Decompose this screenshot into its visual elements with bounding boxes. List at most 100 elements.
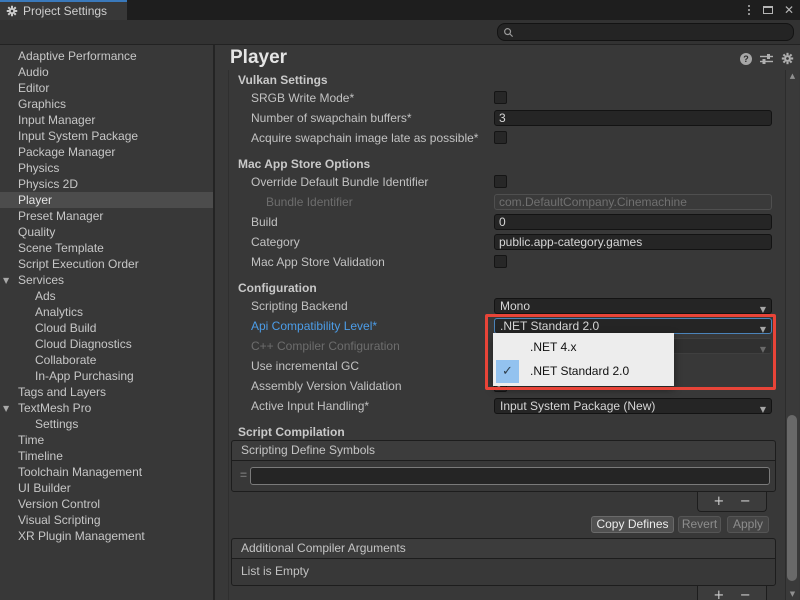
sidebar-item-timeline[interactable]: Timeline [0, 448, 213, 464]
sidebar-item-xr-plugin-management[interactable]: XR Plugin Management [0, 528, 213, 544]
annotation-highlight [485, 314, 776, 390]
override-bundle-id-checkbox[interactable] [494, 175, 507, 188]
sidebar-item-time[interactable]: Time [0, 432, 213, 448]
search-input[interactable] [514, 25, 774, 39]
sidebar-item-input-manager[interactable]: Input Manager [0, 112, 213, 128]
sidebar-item-in-app-purchasing[interactable]: In-App Purchasing [0, 368, 213, 384]
search-icon [503, 27, 514, 38]
add-button[interactable]: + [713, 495, 724, 508]
swapchain-buffers-input[interactable]: 3 [494, 110, 772, 126]
copy-defines-button[interactable]: Copy Defines [591, 516, 674, 533]
sidebar-item-physics[interactable]: Physics [0, 160, 213, 176]
apply-button: Apply [727, 516, 769, 533]
list-header: Scripting Define Symbols [232, 441, 775, 461]
section-header-mac-app-store: Mac App Store Options [229, 156, 780, 172]
sidebar-item-visual-scripting[interactable]: Visual Scripting [0, 512, 213, 528]
help-icon[interactable]: ? [740, 53, 752, 65]
settings-sidebar: Adaptive Performance Audio Editor Graphi… [0, 45, 213, 600]
sidebar-item-scene-template[interactable]: Scene Template [0, 240, 213, 256]
section-header-script-compilation: Script Compilation [229, 424, 780, 440]
settings-scroll-area: Vulkan Settings SRGB Write Mode* Number … [228, 70, 780, 600]
sidebar-item-ads[interactable]: Ads [0, 288, 213, 304]
sidebar-item-adaptive-performance[interactable]: Adaptive Performance [0, 48, 213, 64]
sidebar-item-services[interactable]: ▼Services [0, 272, 213, 288]
presets-icon[interactable] [760, 53, 773, 65]
sidebar-item-toolchain-management[interactable]: Toolchain Management [0, 464, 213, 480]
sidebar-item-audio[interactable]: Audio [0, 64, 213, 80]
window-menu-icon[interactable] [748, 9, 750, 11]
foldout-icon[interactable]: ▼ [3, 273, 9, 289]
tab-title: Project Settings [23, 4, 107, 18]
vertical-scrollbar[interactable]: ▲ ▼ [785, 70, 799, 600]
bundle-identifier-input: com.DefaultCompany.Cinemachine [494, 194, 772, 210]
active-input-handling-dropdown[interactable]: Input System Package (New)▼ [494, 398, 772, 414]
sidebar-item-graphics[interactable]: Graphics [0, 96, 213, 112]
drag-handle-icon[interactable]: = [240, 468, 247, 482]
sidebar-item-tags-and-layers[interactable]: Tags and Layers [0, 384, 213, 400]
sidebar-item-preset-manager[interactable]: Preset Manager [0, 208, 213, 224]
sidebar-item-version-control[interactable]: Version Control [0, 496, 213, 512]
setting-label: Build [251, 215, 278, 229]
compiler-args-list-controls: + − [697, 586, 767, 600]
sidebar-item-cloud-build[interactable]: Cloud Build [0, 320, 213, 336]
setting-label: Active Input Handling* [251, 399, 369, 413]
category-input[interactable]: public.app-category.games [494, 234, 772, 250]
remove-button[interactable]: − [740, 589, 751, 600]
sidebar-item-tmp-settings[interactable]: Settings [0, 416, 213, 432]
close-icon[interactable]: ✕ [784, 4, 794, 16]
page-title: Player [230, 47, 287, 69]
setting-row-swapchain-buffers: Number of swapchain buffers* 3 [229, 108, 778, 128]
scripting-backend-dropdown[interactable]: Mono▼ [494, 298, 772, 314]
tab-project-settings[interactable]: Project Settings [0, 0, 127, 20]
remove-button[interactable]: − [740, 495, 751, 508]
define-symbol-input[interactable] [250, 467, 770, 485]
setting-label: Mac App Store Validation [251, 255, 385, 269]
sidebar-item-script-execution-order[interactable]: Script Execution Order [0, 256, 213, 272]
setting-row-active-input-handling: Active Input Handling* Input System Pack… [229, 396, 778, 416]
setting-row-acquire-swapchain: Acquire swapchain image late as possible… [229, 128, 778, 148]
foldout-icon[interactable]: ▼ [3, 401, 9, 417]
sidebar-item-editor[interactable]: Editor [0, 80, 213, 96]
mac-validation-checkbox[interactable] [494, 255, 507, 268]
toolbar [0, 20, 800, 45]
setting-label: Category [251, 235, 300, 249]
setting-row-scripting-backend: Scripting Backend Mono▼ [229, 296, 778, 316]
sidebar-item-input-system-package[interactable]: Input System Package [0, 128, 213, 144]
add-button[interactable]: + [713, 589, 724, 600]
acquire-swapchain-checkbox[interactable] [494, 131, 507, 144]
search-box[interactable] [497, 23, 794, 41]
sidebar-item-analytics[interactable]: Analytics [0, 304, 213, 320]
maximize-icon[interactable] [763, 6, 773, 14]
setting-label: Use incremental GC [251, 359, 359, 373]
srgb-write-mode-checkbox[interactable] [494, 91, 507, 104]
sidebar-item-player[interactable]: Player [0, 192, 213, 208]
section-header-configuration: Configuration [229, 280, 780, 296]
scripting-define-symbols-box: Scripting Define Symbols = [231, 440, 776, 492]
gear-icon [6, 5, 18, 17]
revert-button: Revert [678, 516, 721, 533]
sidebar-item-ui-builder[interactable]: UI Builder [0, 480, 213, 496]
chevron-down-icon: ▼ [760, 402, 766, 417]
gear-icon[interactable] [781, 52, 794, 65]
define-symbols-list-controls: + − [697, 492, 767, 512]
player-settings-panel: Player ? [215, 45, 800, 600]
setting-row-category: Category public.app-category.games [229, 232, 778, 252]
sidebar-item-quality[interactable]: Quality [0, 224, 213, 240]
build-input[interactable]: 0 [494, 214, 772, 230]
sidebar-item-collaborate[interactable]: Collaborate [0, 352, 213, 368]
setting-row-mac-validation: Mac App Store Validation [229, 252, 778, 272]
scrollbar-thumb[interactable] [787, 415, 797, 581]
scroll-down-icon[interactable]: ▼ [786, 590, 799, 598]
sidebar-item-cloud-diagnostics[interactable]: Cloud Diagnostics [0, 336, 213, 352]
setting-row-srgb-write-mode: SRGB Write Mode* [229, 88, 778, 108]
project-settings-window: Project Settings ✕ Adaptive Performance … [0, 0, 800, 600]
sidebar-item-package-manager[interactable]: Package Manager [0, 144, 213, 160]
setting-label: Override Default Bundle Identifier [251, 175, 428, 189]
setting-label: Number of swapchain buffers* [251, 111, 412, 125]
scroll-up-icon[interactable]: ▲ [786, 72, 799, 80]
sidebar-item-textmesh-pro[interactable]: ▼TextMesh Pro [0, 400, 213, 416]
setting-label: Assembly Version Validation [251, 379, 402, 393]
setting-label: Acquire swapchain image late as possible… [251, 131, 478, 145]
sidebar-item-physics-2d[interactable]: Physics 2D [0, 176, 213, 192]
setting-label: SRGB Write Mode* [251, 91, 354, 105]
